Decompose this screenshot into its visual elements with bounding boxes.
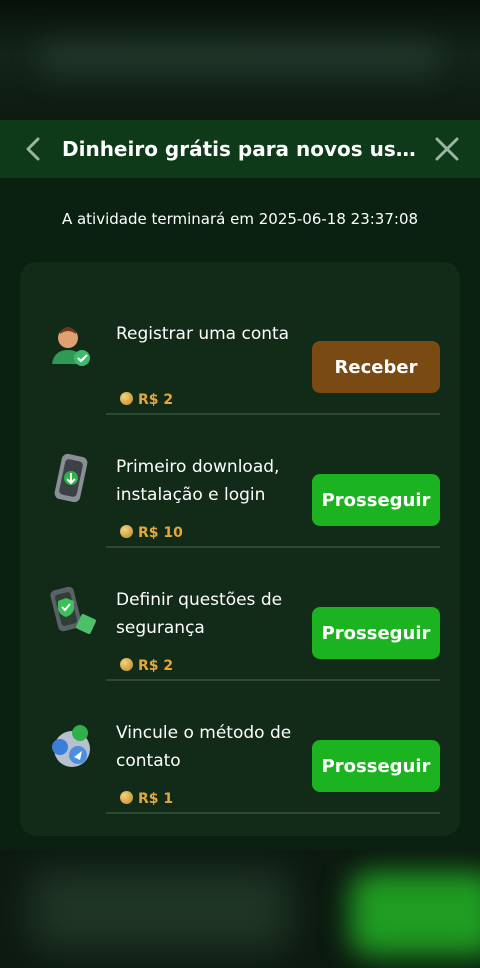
task-label: Registrar uma conta — [116, 324, 290, 344]
task-list: Registrar uma conta R$ 2 Receber Primeir… — [20, 262, 460, 836]
free-money-modal: Dinheiro grátis para novos us... A ativi… — [0, 120, 480, 850]
task-label: Vincule o método de contato — [116, 723, 292, 771]
reward-amount: R$ 10 — [120, 523, 183, 543]
proceed-button[interactable]: Prosseguir — [312, 474, 440, 526]
divider — [106, 812, 440, 814]
blurred-background-button — [350, 872, 480, 956]
task-item-register: Registrar uma conta R$ 2 Receber — [20, 282, 460, 415]
reward-amount: R$ 1 — [120, 789, 173, 809]
reward-amount: R$ 2 — [120, 390, 173, 410]
reward-value: R$ 10 — [138, 525, 183, 541]
back-button[interactable] — [16, 130, 52, 168]
phone-download-icon — [46, 451, 102, 507]
background-top — [0, 0, 480, 120]
modal-header: Dinheiro grátis para novos us... — [0, 120, 480, 178]
task-item-contact: Vincule o método de contato R$ 1 Prosseg… — [20, 681, 460, 814]
proceed-button[interactable]: Prosseguir — [312, 740, 440, 792]
task-item-download: Primeiro download, instalação e login R$… — [20, 415, 460, 548]
user-check-icon — [46, 318, 102, 374]
proceed-button[interactable]: Prosseguir — [312, 607, 440, 659]
coin-icon — [120, 658, 133, 671]
reward-value: R$ 2 — [138, 658, 174, 674]
close-button[interactable] — [428, 130, 466, 168]
task-label: Primeiro download, instalação e login — [116, 457, 280, 505]
blurred-background-element — [30, 870, 290, 950]
contact-apps-icon — [46, 717, 102, 773]
task-label: Definir questões de segurança — [116, 590, 283, 638]
reward-value: R$ 2 — [138, 392, 174, 408]
task-item-security: Definir questões de segurança R$ 2 Pross… — [20, 548, 460, 681]
activity-countdown: A atividade terminará em 2025-06-18 23:3… — [61, 210, 419, 228]
phone-shield-icon — [46, 584, 102, 640]
coin-icon — [120, 392, 133, 405]
reward-value: R$ 1 — [138, 791, 174, 807]
reward-amount: R$ 2 — [120, 656, 173, 676]
receive-button[interactable]: Receber — [312, 341, 440, 393]
modal-title: Dinheiro grátis para novos us... — [62, 137, 418, 161]
background-bottom — [0, 850, 480, 968]
blurred-background-element — [40, 40, 440, 76]
close-icon — [435, 137, 459, 161]
chevron-left-icon — [26, 137, 40, 161]
coin-icon — [120, 525, 133, 538]
coin-icon — [120, 791, 133, 804]
